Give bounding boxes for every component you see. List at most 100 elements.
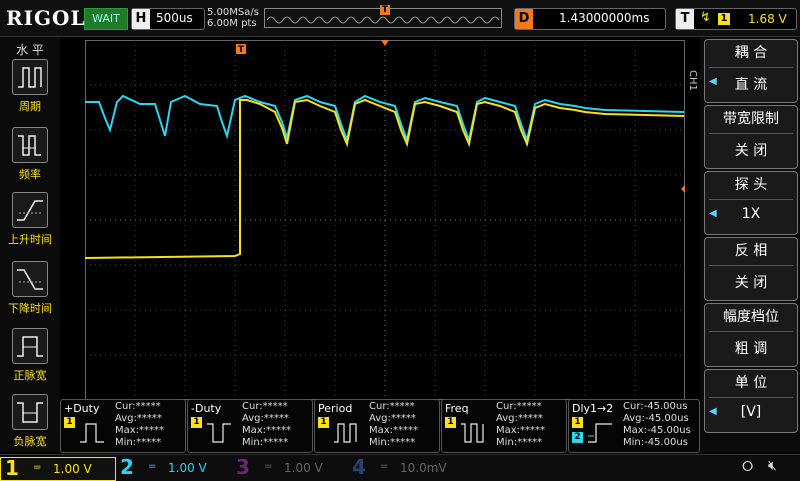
value-max: Max:***** [369, 425, 419, 436]
frequency-icon [461, 423, 484, 443]
menu-title: 探 头 [734, 177, 768, 193]
divider [709, 199, 793, 200]
measurement-name: Period [318, 402, 353, 415]
menu-title: 耦 合 [734, 45, 768, 61]
value-cur: Cur:***** [115, 401, 161, 412]
menu-item-negative-width[interactable]: 负脉宽 [6, 394, 54, 456]
source-channel-badge: 1 [64, 417, 75, 428]
divider [709, 67, 793, 68]
usb-icon: ⭘ [742, 459, 754, 475]
bandwidth-limit-menu-item[interactable]: 带宽限制 关 闭 [704, 105, 798, 169]
waveform-grid: TR11T [69, 40, 695, 400]
menu-item-label: 下降时间 [8, 302, 52, 315]
menu-item-label: 频率 [19, 168, 41, 181]
trigger-source: 1 [718, 13, 730, 25]
menu-item-label: 正脉宽 [13, 369, 47, 382]
probe-menu-item[interactable]: 探 头 ◀ 1X [704, 171, 798, 235]
value-avg: Avg:***** [115, 413, 162, 424]
measurement-values: Cur:***** Avg:***** Max:***** Min:***** [242, 401, 291, 449]
measurement-period[interactable]: Period 1 Cur:***** Avg:***** Max:***** M… [314, 399, 440, 453]
trigger-time-label: T [238, 45, 245, 55]
menu-item-rise-time[interactable]: 上升时间 [6, 192, 54, 254]
frequency-icon [12, 127, 48, 163]
channel-number: 3 [236, 455, 250, 479]
value-min: Min:-45.00us [623, 437, 688, 448]
menu-title: 单 位 [734, 375, 768, 391]
period-icon [12, 59, 48, 95]
menu-value: 直 流 [734, 77, 768, 93]
run-state-badge[interactable]: WAIT [84, 8, 128, 30]
divider [709, 133, 793, 134]
menu-item-label: 周期 [19, 100, 41, 113]
divider [709, 397, 793, 398]
horizontal-menu: 水 平 周期 频率 上升时间 下降时间 正脉宽 负脉宽 [0, 37, 60, 452]
coupling-icon: = [380, 461, 389, 472]
source-channel-badge: 1 [572, 417, 583, 428]
volts-div-menu-item[interactable]: 幅度档位 粗 调 [704, 303, 798, 367]
channel-status-bar: 1 = 1.00 V 2 = 1.00 V 3 = 1.00 V 4 = 10.… [0, 454, 800, 481]
channel-tag: CH1 [687, 70, 698, 91]
menu-item-positive-width[interactable]: 正脉宽 [6, 328, 54, 390]
menu-item-fall-time[interactable]: 下降时间 [6, 261, 54, 323]
measurement-name: -Duty [191, 402, 222, 415]
channel-scale: 1.00 V [53, 462, 92, 476]
value-min: Min:***** [242, 437, 289, 448]
rising-edge-icon: ↯ [700, 10, 711, 25]
value-cur: Cur:***** [496, 401, 542, 412]
channel-1-tab[interactable]: 1 = 1.00 V [0, 456, 116, 481]
trigger-level: 1.68 V [748, 12, 787, 26]
channel-number: 1 [5, 456, 19, 480]
trigger-box[interactable]: T ↯ 1 1.68 V [675, 8, 797, 30]
value-max: Max:***** [242, 425, 292, 436]
measurement-name: +Duty [64, 402, 100, 415]
positive-width-icon [12, 328, 48, 364]
value-cur: Cur:-45.00us [623, 401, 688, 412]
measurement-negative-duty[interactable]: -Duty 1 Cur:***** Avg:***** Max:***** Mi… [187, 399, 313, 453]
menu-value: 粗 调 [734, 341, 768, 357]
trigger-label: T [676, 9, 694, 29]
value-max: Max:***** [496, 425, 546, 436]
channel-2-tab[interactable]: 2 = 1.00 V [116, 455, 230, 479]
coupling-menu-item[interactable]: 耦 合 ◀ 直 流 [704, 39, 798, 103]
memory-depth: 6.00M pts [207, 18, 257, 29]
menu-value: 1X [741, 206, 761, 222]
positive-duty-icon [80, 423, 104, 443]
trigger-position-icon: T [380, 5, 390, 15]
measurement-values: Cur:-45.00us Avg:-45.00us Max:-45.00us M… [623, 401, 691, 449]
menu-item-period[interactable]: 周期 [6, 59, 54, 121]
value-avg: Avg:***** [242, 413, 289, 424]
channel-scale: 1.00 V [284, 461, 323, 475]
channel-4-tab[interactable]: 4 = 10.0mV [348, 455, 462, 479]
source-channel-2-badge: 2 [572, 432, 583, 443]
value-min: Min:***** [115, 437, 162, 448]
channel-2-trace [85, 94, 685, 144]
unit-menu-item[interactable]: 单 位 ◀ [V] [704, 369, 798, 433]
measurement-frequency[interactable]: Freq 1 Cur:***** Avg:***** Max:***** Min… [441, 399, 567, 453]
menu-value: [V] [740, 404, 762, 420]
channel-scale: 1.00 V [168, 461, 207, 475]
divider [709, 331, 793, 332]
menu-title: 幅度档位 [723, 309, 779, 325]
timebase-box[interactable]: H 500us [131, 8, 205, 30]
channel-scale: 10.0mV [400, 461, 447, 475]
period-icon [334, 423, 357, 443]
channel-menu: 耦 合 ◀ 直 流 带宽限制 关 闭 探 头 ◀ 1X 反 相 关 闭 幅度档位… [700, 37, 800, 452]
menu-item-frequency[interactable]: 频率 [6, 127, 54, 189]
menu-item-label: 负脉宽 [13, 435, 47, 448]
delay-icon [588, 423, 612, 443]
speaker-mute-icon: 🔇︎ [768, 458, 777, 474]
measurement-positive-duty[interactable]: +Duty 1 Cur:***** Avg:***** Max:***** Mi… [60, 399, 186, 453]
value-max: Max:-45.00us [623, 425, 691, 436]
invert-menu-item[interactable]: 反 相 关 闭 [704, 237, 798, 301]
value-max: Max:***** [115, 425, 165, 436]
top-status-bar: RIGOL WAIT H 500us 5.00MSa/s 6.00M pts T… [0, 0, 800, 37]
sample-rate: 5.00MSa/s [207, 7, 259, 18]
menu-value: 关 闭 [734, 275, 768, 291]
channel-3-tab[interactable]: 3 = 1.00 V [232, 455, 346, 479]
measurement-delay-1-2[interactable]: Dly1→2 1 2 Cur:-45.00us Avg:-45.00us Max… [568, 399, 700, 453]
waveform-display[interactable]: TR11T [69, 40, 695, 400]
channel-number: 4 [352, 455, 366, 479]
delay-box[interactable]: D 1.43000000ms [514, 8, 666, 30]
measurement-values: Cur:***** Avg:***** Max:***** Min:***** [369, 401, 418, 449]
value-cur: Cur:***** [369, 401, 415, 412]
